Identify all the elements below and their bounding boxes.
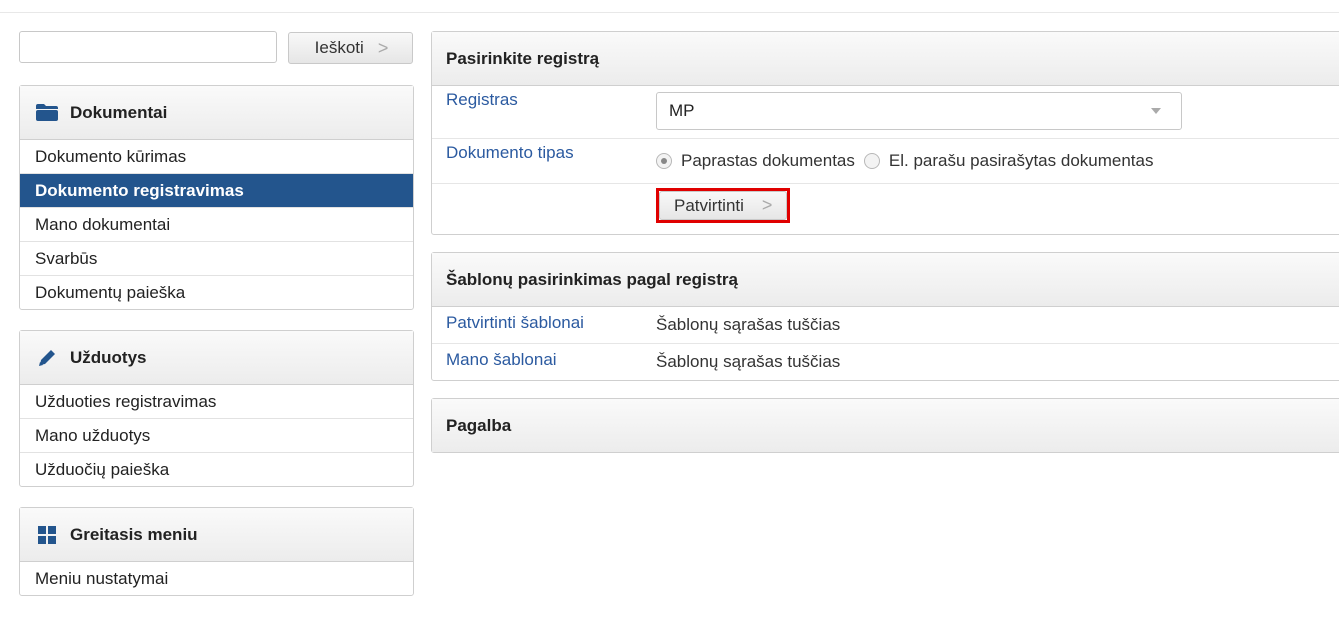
my-templates-label[interactable]: Mano šablonai xyxy=(432,344,656,370)
quick-menu-title: Greitasis meniu xyxy=(70,524,198,544)
approved-templates-label[interactable]: Patvirtinti šablonai xyxy=(432,307,656,333)
tasks-menu-header[interactable]: Užduotys xyxy=(20,331,413,385)
chevron-down-icon xyxy=(1151,108,1161,114)
my-templates-row: Mano šablonai Šablonų sąrašas tuščias xyxy=(432,344,1339,380)
tasks-menu: Užduotys Užduoties registravimas Mano už… xyxy=(19,330,414,487)
pencil-icon xyxy=(34,348,60,368)
documents-menu-header[interactable]: Dokumentai xyxy=(20,86,413,140)
sidebar-item-document-create[interactable]: Dokumento kūrimas xyxy=(20,140,413,174)
search-button[interactable]: Ieškoti > xyxy=(288,32,413,64)
grid-icon xyxy=(34,525,60,545)
tasks-menu-title: Užduotys xyxy=(70,347,147,367)
help-panel: Pagalba xyxy=(431,398,1339,453)
confirm-row: Patvirtinti > xyxy=(432,184,1339,234)
sidebar-item-document-register[interactable]: Dokumento registravimas xyxy=(20,174,413,208)
sidebar-item-document-search[interactable]: Dokumentų paieška xyxy=(20,276,413,309)
register-panel-title: Pasirinkite registrą xyxy=(432,32,1339,86)
registras-select-value: MP xyxy=(669,101,695,120)
sidebar: Ieškoti > Dokumentai Dokumento kūrimas D… xyxy=(19,31,414,596)
my-templates-value: Šablonų sąrašas tuščias xyxy=(656,352,841,371)
chevron-right-icon: > xyxy=(377,37,389,58)
registras-label: Registras xyxy=(446,90,518,109)
top-divider xyxy=(0,12,1339,13)
registras-select[interactable]: MP xyxy=(656,92,1182,130)
registras-row: Registras MP xyxy=(432,86,1339,139)
chevron-right-icon: > xyxy=(761,195,773,215)
documents-menu-title: Dokumentai xyxy=(70,102,168,122)
sidebar-item-task-register[interactable]: Užduoties registravimas xyxy=(20,385,413,419)
radio-simple-document[interactable] xyxy=(656,153,672,169)
folder-icon xyxy=(34,103,60,123)
confirm-highlight: Patvirtinti > xyxy=(656,188,791,223)
doc-type-row: Dokumento tipas Paprastas dokumentas El.… xyxy=(432,139,1339,184)
main-content: Pasirinkite registrą Registras MP Dokume… xyxy=(431,31,1339,470)
sidebar-item-important[interactable]: Svarbūs xyxy=(20,242,413,276)
radio-signed-document-label[interactable]: El. parašu pasirašytas dokumentas xyxy=(889,151,1154,171)
radio-simple-document-label[interactable]: Paprastas dokumentas xyxy=(681,151,855,171)
search-input[interactable] xyxy=(19,31,277,63)
confirm-button-label: Patvirtinti xyxy=(674,195,744,215)
sidebar-item-my-documents[interactable]: Mano dokumentai xyxy=(20,208,413,242)
templates-panel-title: Šablonų pasirinkimas pagal registrą xyxy=(432,253,1339,307)
approved-templates-value: Šablonų sąrašas tuščias xyxy=(656,315,841,334)
quick-menu-header[interactable]: Greitasis meniu xyxy=(20,508,413,562)
confirm-button[interactable]: Patvirtinti > xyxy=(659,191,788,220)
radio-signed-document[interactable] xyxy=(863,153,880,169)
documents-menu: Dokumentai Dokumento kūrimas Dokumento r… xyxy=(19,85,414,310)
sidebar-item-task-search[interactable]: Užduočių paieška xyxy=(20,453,413,486)
doc-type-label: Dokumento tipas xyxy=(446,143,574,162)
sidebar-item-menu-settings[interactable]: Meniu nustatymai xyxy=(20,562,413,595)
sidebar-item-my-tasks[interactable]: Mano užduotys xyxy=(20,419,413,453)
register-panel: Pasirinkite registrą Registras MP Dokume… xyxy=(431,31,1339,235)
quick-menu: Greitasis meniu Meniu nustatymai xyxy=(19,507,414,596)
search-bar: Ieškoti > xyxy=(19,31,414,65)
doc-type-radio-group: Paprastas dokumentas El. parašu pasirašy… xyxy=(656,139,1339,183)
search-button-label: Ieškoti xyxy=(314,38,364,57)
templates-panel: Šablonų pasirinkimas pagal registrą Patv… xyxy=(431,252,1339,381)
confirm-row-spacer xyxy=(432,184,656,188)
approved-templates-row: Patvirtinti šablonai Šablonų sąrašas tuš… xyxy=(432,307,1339,344)
help-panel-title[interactable]: Pagalba xyxy=(432,399,1339,452)
